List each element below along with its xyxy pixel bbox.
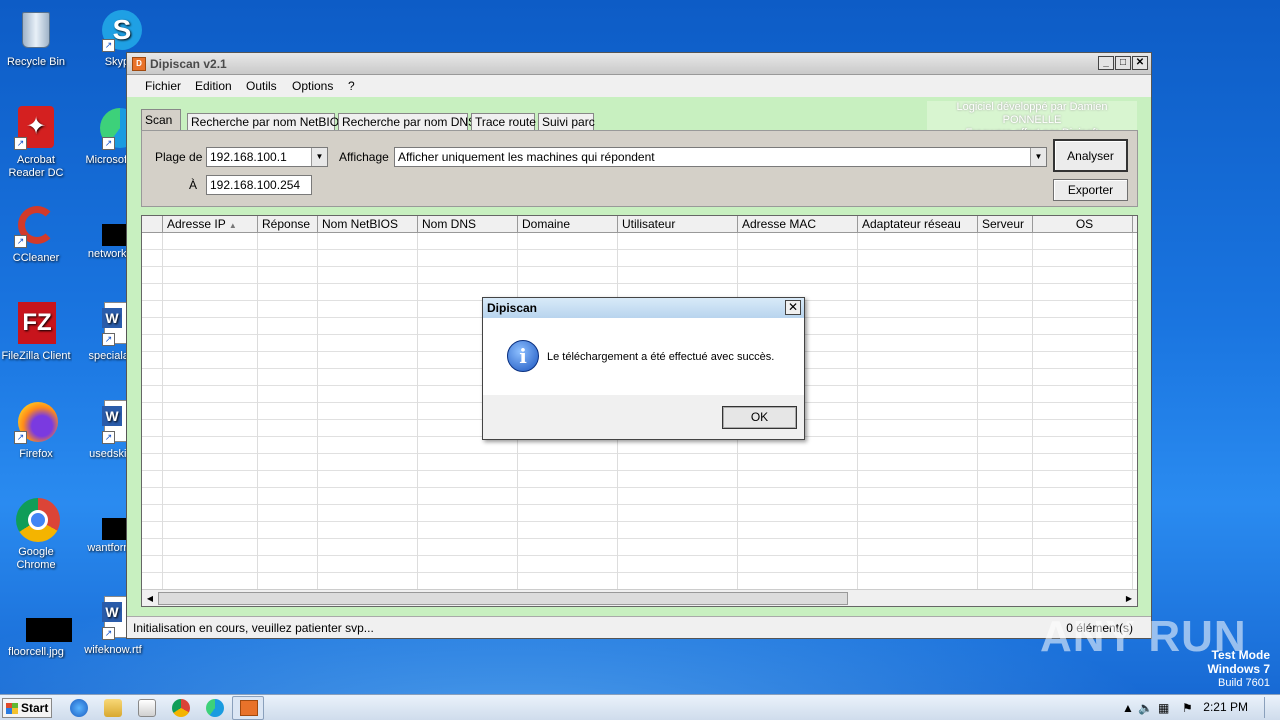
grid-line	[317, 233, 318, 589]
media-player-icon[interactable]	[138, 699, 156, 717]
menu-edition[interactable]: Edition	[195, 79, 232, 93]
scan-panel: Plage de 192.168.100.1 ▼ À 192.168.100.2…	[141, 130, 1138, 207]
tab-suivi-parc[interactable]: Suivi parc	[538, 113, 595, 131]
tray-expand-icon[interactable]: ▲	[1122, 701, 1134, 715]
col-domaine[interactable]: Domaine	[518, 216, 618, 233]
menu-fichier[interactable]: Fichier	[145, 79, 181, 93]
desktop-icon-filezilla[interactable]: FZ FileZilla Client	[0, 302, 72, 363]
dialog-body: i Le téléchargement a été effectué avec …	[483, 318, 804, 395]
menu-outils[interactable]: Outils	[246, 79, 277, 93]
grid-line	[162, 233, 163, 589]
message-dialog: Dipiscan ✕ i Le téléchargement a été eff…	[482, 297, 805, 440]
chrome-icon[interactable]	[172, 699, 190, 717]
file-explorer-icon[interactable]	[104, 699, 122, 717]
dialog-message: Le téléchargement a été effectué avec su…	[547, 351, 775, 363]
grid-line	[417, 233, 418, 589]
dipiscan-app-icon: D	[132, 57, 146, 71]
analyser-button[interactable]: Analyser	[1053, 139, 1128, 172]
info-icon: i	[507, 340, 539, 372]
firefox-icon: ↗	[14, 400, 58, 444]
edge-icon[interactable]	[206, 699, 224, 717]
chevron-down-icon[interactable]: ▼	[311, 148, 327, 166]
taskbar: Start ▲ 🔈 ▦ ⚑ 2:21 PM	[0, 694, 1280, 720]
col-reponse[interactable]: Réponse	[258, 216, 318, 233]
menu-options[interactable]: Options	[292, 79, 333, 93]
sort-ascending-icon: ▲	[228, 221, 237, 230]
grid-header: Adresse IP ▲ Réponse Nom NetBIOS Nom DNS…	[142, 216, 1137, 233]
status-bar: Initialisation en cours, veuillez patien…	[127, 616, 1151, 638]
col-os[interactable]: OS	[1033, 216, 1133, 233]
dipiscan-taskbar-button[interactable]	[232, 696, 264, 720]
horizontal-scrollbar[interactable]: ◀ ▶	[142, 589, 1137, 606]
chevron-down-icon[interactable]: ▼	[1030, 148, 1046, 166]
col-adresse-mac[interactable]: Adresse MAC	[738, 216, 858, 233]
grid-line	[977, 233, 978, 589]
internet-explorer-icon[interactable]	[70, 699, 88, 717]
grid-line	[257, 233, 258, 589]
dialog-title-bar[interactable]: Dipiscan ✕	[483, 298, 804, 318]
col-adaptateur[interactable]: Adaptateur réseau	[858, 216, 978, 233]
desktop-icon-acrobat[interactable]: ✦ ↗ Acrobat Reader DC	[0, 106, 72, 180]
desktop-icon-floorcell[interactable]: floorcell.jpg	[0, 614, 72, 659]
image-file-icon	[14, 614, 72, 642]
dipiscan-app-icon	[240, 700, 258, 716]
grid-line	[857, 233, 858, 589]
dialog-close-button[interactable]: ✕	[785, 300, 801, 315]
tab-dns[interactable]: Recherche par nom DNS	[338, 113, 476, 131]
exporter-button[interactable]: Exporter	[1053, 179, 1128, 201]
recycle-bin-icon	[14, 8, 58, 52]
skype-icon: S ↗	[88, 8, 142, 52]
scroll-left-icon[interactable]: ◀	[143, 592, 157, 605]
desktop-icon-firefox[interactable]: ↗ Firefox	[0, 400, 72, 461]
title-bar[interactable]: D Dipiscan v2.1 _ □ ✕	[127, 53, 1151, 75]
affichage-label: Affichage	[339, 150, 389, 164]
chrome-icon	[14, 498, 60, 542]
action-center-flag-icon[interactable]: ⚑	[1182, 701, 1193, 715]
tab-scan[interactable]: Scan	[141, 109, 181, 132]
scrollbar-thumb[interactable]	[158, 592, 848, 605]
windows-logo-icon	[6, 703, 18, 714]
taskbar-clock[interactable]: 2:21 PM	[1203, 700, 1248, 714]
col-serveur[interactable]: Serveur	[978, 216, 1033, 233]
scroll-right-icon[interactable]: ▶	[1122, 592, 1136, 605]
test-mode-watermark: Test Mode Windows 7 Build 7601	[1207, 648, 1270, 689]
range-end-input[interactable]: 192.168.100.254	[206, 175, 312, 195]
maximize-button[interactable]: □	[1115, 56, 1131, 70]
minimize-button[interactable]: _	[1098, 56, 1114, 70]
status-message: Initialisation en cours, veuillez patien…	[133, 621, 374, 635]
affichage-combo[interactable]: Afficher uniquement les machines qui rép…	[394, 147, 1047, 167]
close-button[interactable]: ✕	[1132, 56, 1148, 70]
grid-line	[1032, 233, 1033, 589]
show-desktop-button[interactable]	[1264, 697, 1278, 718]
network-icon[interactable]: ▦	[1158, 701, 1169, 715]
ok-button[interactable]: OK	[722, 406, 797, 429]
tab-netbios[interactable]: Recherche par nom NetBIOS	[187, 113, 347, 131]
tab-trace-route[interactable]: Trace route	[471, 113, 536, 131]
credit-line-1: Logiciel développé par Damien PONNELLE	[956, 101, 1108, 126]
col-adresse-ip[interactable]: Adresse IP ▲	[163, 216, 258, 233]
ccleaner-icon: ↗	[14, 204, 58, 248]
menu-bar: Fichier Edition Outils Options ?	[127, 75, 1151, 97]
plage-combo[interactable]: 192.168.100.1 ▼	[206, 147, 328, 167]
col-utilisateur[interactable]: Utilisateur	[618, 216, 738, 233]
row-header-corner	[142, 216, 163, 233]
dialog-title: Dipiscan	[487, 301, 538, 315]
filezilla-icon: FZ	[14, 302, 58, 346]
window-title: Dipiscan v2.1	[150, 57, 227, 71]
acrobat-icon: ✦ ↗	[14, 106, 58, 150]
desktop-icon-chrome[interactable]: Google Chrome	[0, 498, 72, 572]
start-button[interactable]: Start	[2, 698, 52, 718]
col-nom-dns[interactable]: Nom DNS	[418, 216, 518, 233]
menu-help[interactable]: ?	[348, 79, 355, 93]
col-nom-netbios[interactable]: Nom NetBIOS	[318, 216, 418, 233]
grid-line	[1132, 233, 1133, 589]
desktop-icon-recycle-bin[interactable]: Recycle Bin	[0, 8, 72, 69]
desktop-icon-ccleaner[interactable]: ↗ CCleaner	[0, 204, 72, 265]
volume-icon[interactable]: 🔈	[1138, 701, 1153, 715]
a-label: À	[189, 178, 198, 192]
plage-label: Plage de	[155, 150, 203, 164]
